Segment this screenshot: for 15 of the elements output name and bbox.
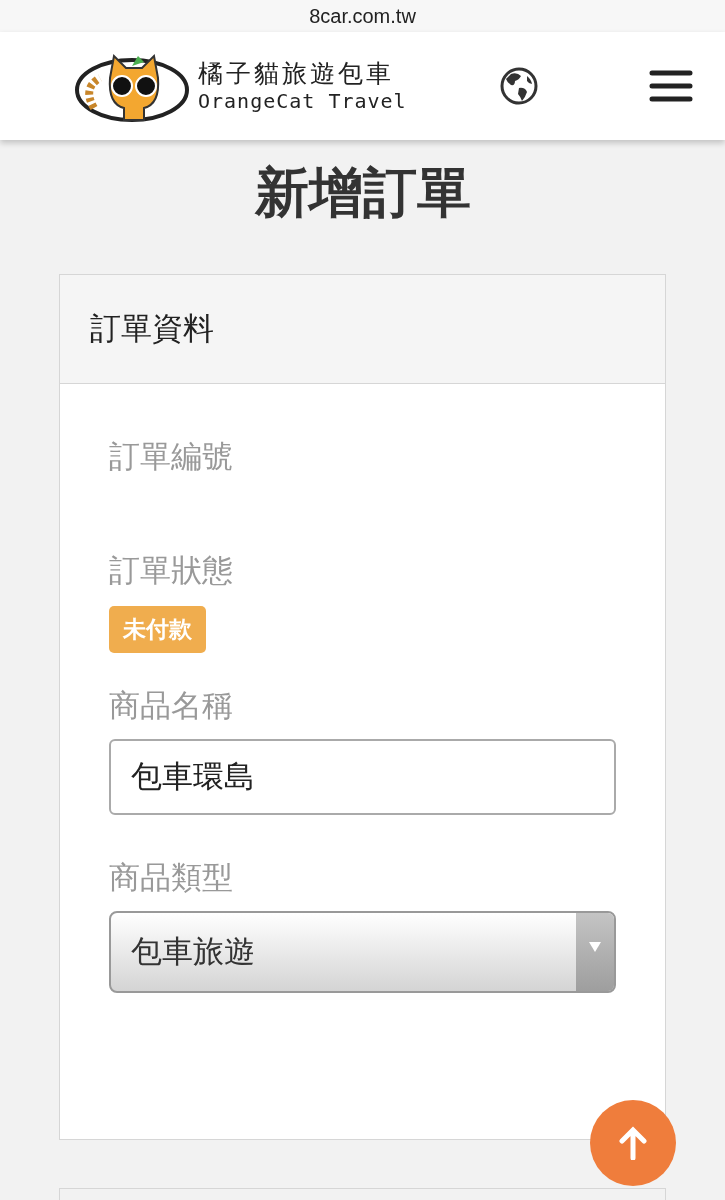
menu-icon[interactable] bbox=[649, 69, 693, 103]
page-title: 新增訂單 bbox=[253, 160, 472, 226]
field-label: 商品名稱 bbox=[109, 686, 234, 725]
field-label: 商品類型 bbox=[109, 858, 234, 897]
select-field[interactable]: 包車旅遊 bbox=[109, 911, 616, 993]
brand-name: 橘子貓旅遊包車 bbox=[198, 59, 395, 89]
url-text[interactable]: 8car.com.tw bbox=[309, 4, 416, 28]
brand-subtitle: OrangeCat Travel bbox=[198, 89, 407, 113]
card-title: 訂單資料 bbox=[90, 309, 214, 348]
globe-icon[interactable] bbox=[499, 66, 539, 106]
arrow-up-icon bbox=[618, 1126, 648, 1160]
field-label: 訂單編號 bbox=[109, 437, 234, 476]
input-field[interactable]: 包車環島 bbox=[109, 739, 616, 815]
field-label: 訂單狀態 bbox=[109, 551, 234, 590]
status-badge: 未付款 bbox=[109, 606, 206, 653]
